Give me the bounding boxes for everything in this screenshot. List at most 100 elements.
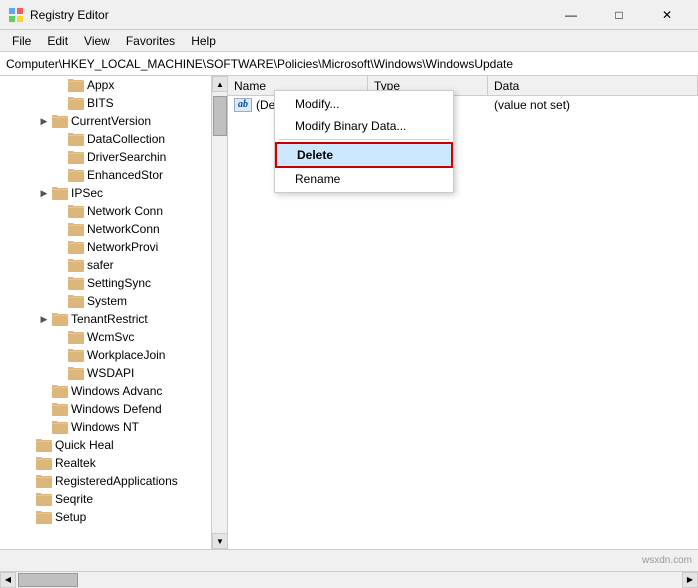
tree-item-workplacejoin[interactable]: WorkplaceJoin	[0, 346, 227, 364]
tree-scroll[interactable]: Appx BITS ▶ CurrentVersion DataCollectio…	[0, 76, 227, 549]
tree-label: Setup	[55, 510, 86, 524]
status-bar: wsxdn.com	[0, 549, 698, 571]
folder-icon	[52, 402, 68, 416]
folder-icon	[36, 492, 52, 506]
expand-icon	[52, 239, 68, 255]
tree-item-seqrite[interactable]: Seqrite	[0, 490, 227, 508]
expand-icon: ▶	[36, 185, 52, 201]
folder-icon	[68, 276, 84, 290]
tree-item-datacollection[interactable]: DataCollection	[0, 130, 227, 148]
tree-item-driversearch[interactable]: DriverSearchin	[0, 148, 227, 166]
folder-icon	[68, 96, 84, 110]
tree-item-bits[interactable]: BITS	[0, 94, 227, 112]
scroll-up-arrow[interactable]: ▲	[212, 76, 228, 92]
minimize-button[interactable]: —	[548, 0, 594, 30]
tree-item-tenantrestrict[interactable]: ▶ TenantRestrict	[0, 310, 227, 328]
tree-item-enhancedstor[interactable]: EnhancedStor	[0, 166, 227, 184]
horizontal-scroll-bar: ◀ ▶	[0, 571, 698, 587]
tree-item-windowsdefend[interactable]: Windows Defend	[0, 400, 227, 418]
context-menu-modify-binary[interactable]: Modify Binary Data...	[275, 115, 453, 137]
expand-icon	[52, 257, 68, 273]
tree-label: CurrentVersion	[71, 114, 151, 128]
expand-icon	[36, 401, 52, 417]
menu-edit[interactable]: Edit	[39, 32, 76, 50]
context-separator	[279, 139, 449, 140]
menu-favorites[interactable]: Favorites	[118, 32, 183, 50]
expand-icon	[52, 95, 68, 111]
context-menu-delete[interactable]: Delete	[275, 142, 453, 168]
expand-icon	[52, 347, 68, 363]
tree-label: Windows Defend	[71, 402, 162, 416]
expand-icon	[52, 167, 68, 183]
expand-icon	[52, 221, 68, 237]
close-button[interactable]: ✕	[644, 0, 690, 30]
tree-item-system[interactable]: System	[0, 292, 227, 310]
watermark: wsxdn.com	[642, 555, 692, 566]
context-modify-label: Modify...	[295, 97, 339, 111]
tree-item-wsdapi[interactable]: WSDAPI	[0, 364, 227, 382]
scroll-down-arrow[interactable]: ▼	[212, 533, 228, 549]
tree-item-quickheal[interactable]: Quick Heal	[0, 436, 227, 454]
maximize-button[interactable]: □	[596, 0, 642, 30]
scroll-right-arrow[interactable]: ▶	[682, 572, 698, 588]
tree-label: WSDAPI	[87, 366, 134, 380]
folder-icon	[52, 186, 68, 200]
scroll-left-arrow[interactable]: ◀	[0, 572, 16, 588]
h-scroll-thumb[interactable]	[18, 573, 78, 587]
menu-bar: File Edit View Favorites Help	[0, 30, 698, 52]
context-menu-rename[interactable]: Rename	[275, 168, 453, 190]
tree-item-wcmsvc[interactable]: WcmSvc	[0, 328, 227, 346]
menu-help[interactable]: Help	[183, 32, 224, 50]
tree-label: DataCollection	[87, 132, 165, 146]
app-icon	[8, 7, 24, 23]
tree-label: Realtek	[55, 456, 96, 470]
tree-item-networkprovi[interactable]: NetworkProvi	[0, 238, 227, 256]
folder-icon	[52, 114, 68, 128]
expand-icon	[36, 419, 52, 435]
context-menu-modify[interactable]: Modify...	[275, 93, 453, 115]
ab-icon: ab	[234, 98, 252, 112]
tree-item-networkconn1[interactable]: Network Conn	[0, 202, 227, 220]
folder-icon	[68, 168, 84, 182]
tree-item-windowsadvanc[interactable]: Windows Advanc	[0, 382, 227, 400]
address-path: Computer\HKEY_LOCAL_MACHINE\SOFTWARE\Pol…	[6, 57, 513, 71]
window-title: Registry Editor	[30, 8, 548, 22]
expand-icon	[52, 131, 68, 147]
cell-data: (value not set)	[488, 96, 698, 113]
tree-label: TenantRestrict	[71, 312, 148, 326]
menu-view[interactable]: View	[76, 32, 118, 50]
folder-icon	[68, 150, 84, 164]
expand-icon	[52, 77, 68, 93]
tree-item-registeredapps[interactable]: RegisteredApplications	[0, 472, 227, 490]
window-controls: — □ ✕	[548, 0, 690, 30]
expand-icon	[52, 203, 68, 219]
tree-item-realtek[interactable]: Realtek	[0, 454, 227, 472]
tree-item-appx[interactable]: Appx	[0, 76, 227, 94]
tree-item-settingsync[interactable]: SettingSync	[0, 274, 227, 292]
tree-item-networkconn2[interactable]: NetworkConn	[0, 220, 227, 238]
tree-label: Windows Advanc	[71, 384, 162, 398]
expand-icon: ▶	[36, 113, 52, 129]
expand-icon	[20, 455, 36, 471]
context-modify-binary-label: Modify Binary Data...	[295, 119, 406, 133]
folder-icon	[68, 240, 84, 254]
tree-item-setup[interactable]: Setup	[0, 508, 227, 526]
context-rename-label: Rename	[295, 172, 340, 186]
tree-label: NetworkConn	[87, 222, 160, 236]
tree-label: SettingSync	[87, 276, 151, 290]
expand-icon	[20, 491, 36, 507]
tree-label: WcmSvc	[87, 330, 134, 344]
expand-icon	[52, 329, 68, 345]
folder-icon	[68, 78, 84, 92]
tree-item-currentversion[interactable]: ▶ CurrentVersion	[0, 112, 227, 130]
expand-icon: ▶	[36, 311, 52, 327]
tree-item-ipsec[interactable]: ▶ IPSec	[0, 184, 227, 202]
expand-icon	[52, 149, 68, 165]
menu-file[interactable]: File	[4, 32, 39, 50]
tree-item-windowsnt[interactable]: Windows NT	[0, 418, 227, 436]
tree-item-safer[interactable]: safer	[0, 256, 227, 274]
tree-label: RegisteredApplications	[55, 474, 178, 488]
column-data[interactable]: Data	[488, 76, 698, 95]
context-delete-label: Delete	[297, 148, 333, 162]
folder-icon	[68, 204, 84, 218]
